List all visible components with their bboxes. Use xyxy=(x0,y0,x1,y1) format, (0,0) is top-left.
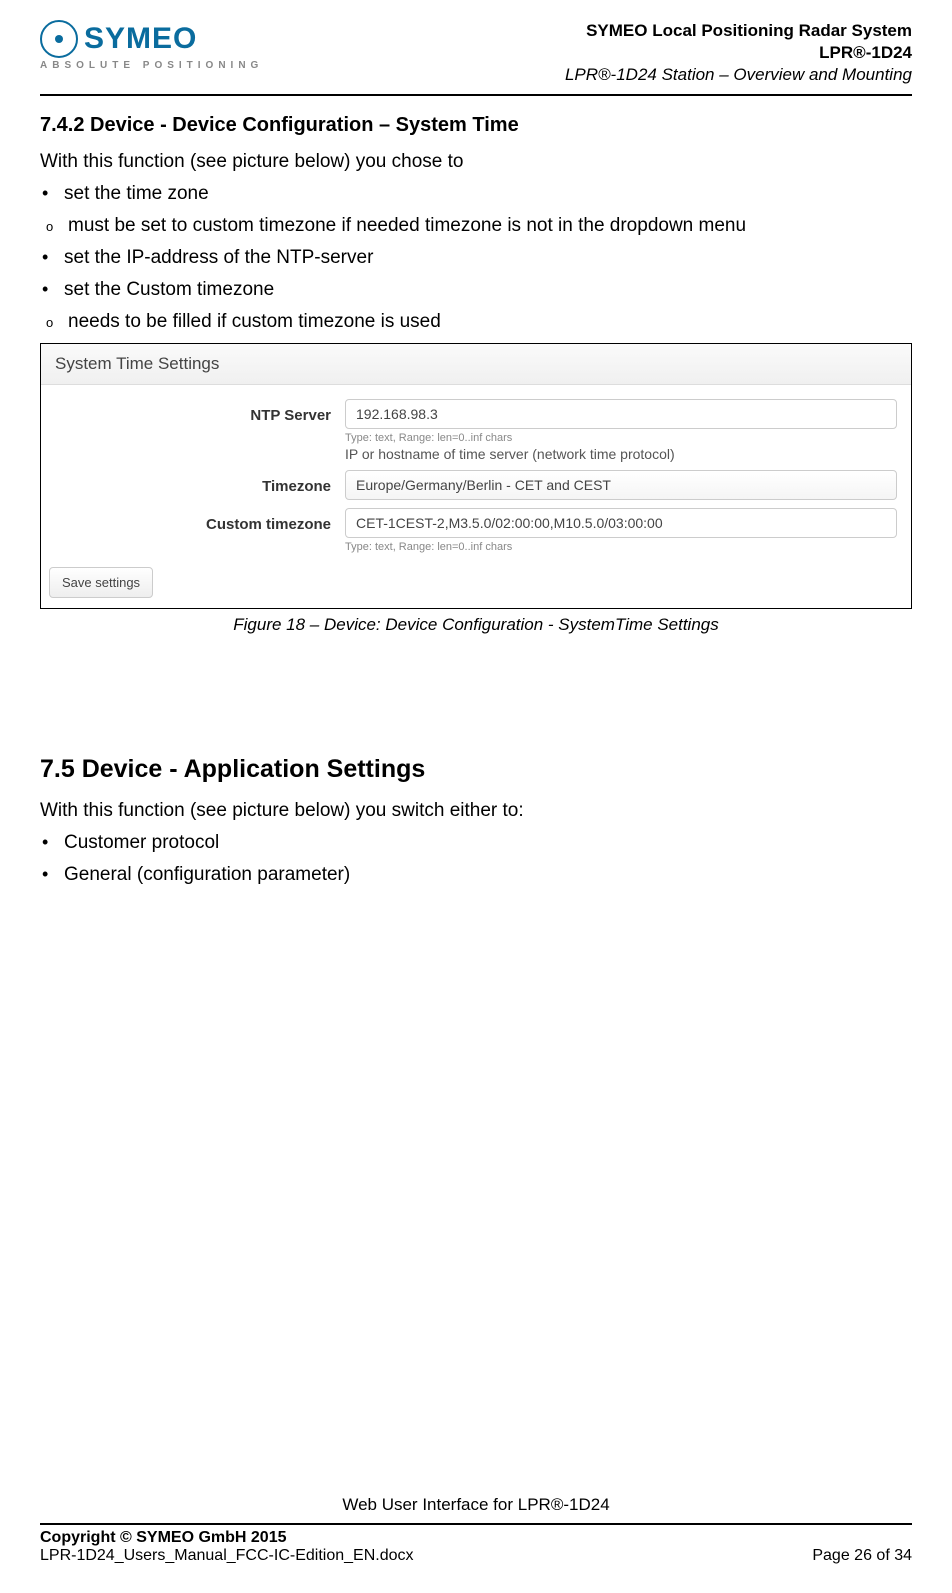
panel-title: System Time Settings xyxy=(41,344,911,385)
logo-icon xyxy=(40,20,78,58)
list-item: set the time zone xyxy=(64,183,912,205)
ntp-server-input[interactable] xyxy=(345,399,897,429)
footer-filename: LPR-1D24_Users_Manual_FCC-IC-Edition_EN.… xyxy=(40,1547,413,1565)
bullet-list: set the IP-address of the NTP-server set… xyxy=(40,247,912,301)
list-item: General (configuration parameter) xyxy=(64,864,912,886)
embedded-screenshot: System Time Settings NTP Server Type: te… xyxy=(40,343,912,609)
header-line2: LPR®-1D24 xyxy=(565,42,912,64)
timezone-label: Timezone xyxy=(55,470,345,495)
list-item: set the IP-address of the NTP-server xyxy=(64,247,912,269)
list-item: needs to be filled if custom timezone is… xyxy=(68,311,912,333)
ntp-help: IP or hostname of time server (network t… xyxy=(345,446,897,462)
logo-text: SYMEO xyxy=(84,22,197,56)
footer-page-number: Page 26 of 34 xyxy=(812,1547,912,1565)
header-line3: LPR®-1D24 Station – Overview and Mountin… xyxy=(565,64,912,86)
custom-tz-input[interactable] xyxy=(345,508,897,538)
sub-list: needs to be filled if custom timezone is… xyxy=(40,311,912,333)
footer-section-title: Web User Interface for LPR®-1D24 xyxy=(40,1495,912,1515)
heading-7-5: 7.5 Device - Application Settings xyxy=(40,755,912,784)
list-item: set the Custom timezone xyxy=(64,279,912,301)
timezone-select[interactable]: Europe/Germany/Berlin - CET and CEST xyxy=(345,470,897,500)
list-item: must be set to custom timezone if needed… xyxy=(68,215,912,237)
bullet-list: set the time zone xyxy=(40,183,912,205)
heading-7-4-2: 7.4.2 Device - Device Configuration – Sy… xyxy=(40,114,912,137)
list-item: Customer protocol xyxy=(64,832,912,854)
page-footer: Web User Interface for LPR®-1D24 Copyrig… xyxy=(40,1495,912,1565)
ntp-label: NTP Server xyxy=(55,399,345,424)
header-right: SYMEO Local Positioning Radar System LPR… xyxy=(565,20,912,86)
save-settings-button[interactable]: Save settings xyxy=(49,567,153,598)
ntp-hint: Type: text, Range: len=0..inf chars xyxy=(345,432,897,444)
sub-list: must be set to custom timezone if needed… xyxy=(40,215,912,237)
figure-caption: Figure 18 – Device: Device Configuration… xyxy=(40,615,912,635)
footer-copyright: Copyright © SYMEO GmbH 2015 xyxy=(40,1529,413,1547)
custom-tz-label: Custom timezone xyxy=(55,508,345,533)
custom-tz-hint: Type: text, Range: len=0..inf chars xyxy=(345,541,897,553)
logo-subtitle: ABSOLUTE POSITIONING xyxy=(40,60,263,71)
header-line1: SYMEO Local Positioning Radar System xyxy=(565,20,912,42)
intro-text: With this function (see picture below) y… xyxy=(40,151,912,173)
bullet-list: Customer protocol General (configuration… xyxy=(40,832,912,886)
page-header: SYMEO ABSOLUTE POSITIONING SYMEO Local P… xyxy=(40,20,912,96)
logo: SYMEO ABSOLUTE POSITIONING xyxy=(40,20,263,71)
intro-text-75: With this function (see picture below) y… xyxy=(40,800,912,822)
